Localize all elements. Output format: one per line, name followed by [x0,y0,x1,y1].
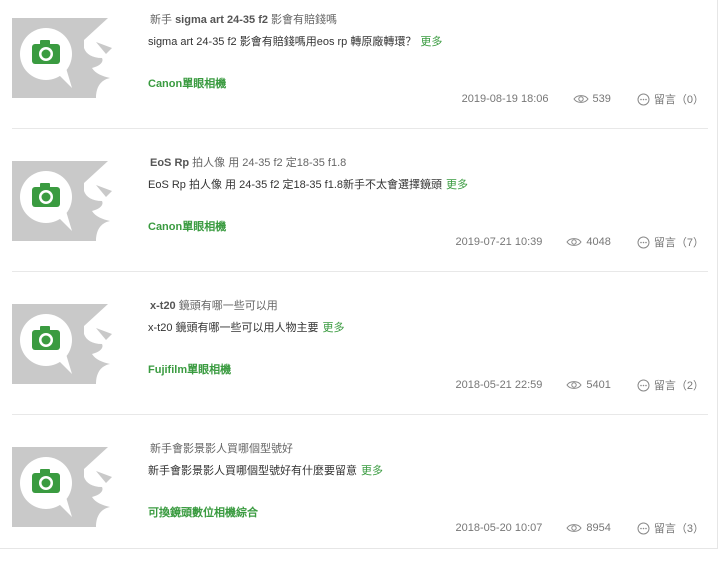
post-meta: 2018-05-21 22:59 5401 留言（2） [456,378,704,392]
eye-icon [566,381,582,389]
post-title[interactable]: 新手會影景影人買哪個型號好 [150,440,293,456]
more-link[interactable]: 更多 [420,36,442,48]
post-meta: 2018-05-20 10:07 8954 留言（3） [456,521,704,535]
eye-icon [566,524,582,532]
comments-link[interactable]: 留言（7） [637,234,704,250]
category-link[interactable]: Canon單眼相機 [148,75,226,91]
camera-speech-bubble-icon [12,161,135,241]
post-title[interactable]: EoS Rp 拍人像 用 24-35 f2 定18-35 f1.8 [150,154,346,170]
camera-speech-bubble-icon [12,447,135,527]
view-count-value: 8954 [586,522,611,534]
view-count-value: 4048 [586,236,611,248]
post-date: 2019-08-19 18:06 [461,93,549,105]
view-count: 5401 [566,379,611,391]
eye-icon [566,238,582,246]
comments-link[interactable]: 留言（0） [637,91,704,107]
post-thumbnail[interactable] [12,304,135,384]
post-divider [12,128,708,129]
comments-link[interactable]: 留言（2） [637,377,704,393]
post-thumbnail[interactable] [12,18,135,98]
post-thumbnail[interactable] [12,161,135,241]
more-link[interactable]: 更多 [446,179,468,191]
post-divider [12,271,708,272]
view-count: 8954 [566,522,611,534]
post-excerpt: 新手會影景影人買哪個型號好有什麼要留意 更多 [148,465,383,477]
post-title[interactable]: 新手 sigma art 24-35 f2 影會有賠錢嗎 [150,11,337,27]
more-link[interactable]: 更多 [323,322,345,334]
post-date: 2019-07-21 10:39 [455,236,543,248]
view-count-value: 5401 [586,379,611,391]
post-excerpt: x-t20 鏡頭有哪一些可以用人物主要 更多 [148,322,345,334]
camera-speech-bubble-icon [12,304,135,384]
post-meta: 2019-08-19 18:06 539 留言（0） [462,92,704,106]
eye-icon [572,95,589,103]
comment-bubble-icon [637,93,650,105]
post-excerpt: EoS Rp 拍人像 用 24-35 f2 定18-35 f1.8新手不太會選擇… [148,179,469,191]
post-title[interactable]: x-t20 鏡頭有哪一些可以用 [150,297,278,313]
post-item[interactable]: x-t20 鏡頭有哪一些可以用 x-t20 鏡頭有哪一些可以用人物主要 更多 Fu… [12,286,708,429]
post-thumbnail[interactable] [12,447,135,527]
post-item[interactable]: 新手 sigma art 24-35 f2 影會有賠錢嗎 sigma art 2… [12,0,708,143]
post-date: 2018-05-21 22:59 [455,379,543,391]
comments-label: 留言（3） [653,523,704,535]
more-link[interactable]: 更多 [361,465,383,477]
view-count-value: 539 [592,93,611,105]
comments-label: 留言（0） [653,94,704,106]
post-date: 2018-05-20 10:07 [455,522,543,534]
post-item[interactable]: EoS Rp 拍人像 用 24-35 f2 定18-35 f1.8 EoS Rp… [12,143,708,286]
view-count: 539 [572,93,611,105]
comment-bubble-icon [637,522,650,534]
post-excerpt: sigma art 24-35 f2 影會有賠錢嗎用eos rp 轉原廠轉環？更… [148,36,443,48]
category-link[interactable]: Fujifilm單眼相機 [148,361,231,377]
camera-speech-bubble-icon [12,18,135,98]
view-count: 4048 [566,236,611,248]
post-divider [12,414,708,415]
comments-label: 留言（2） [653,380,704,392]
comments-link[interactable]: 留言（3） [637,520,704,536]
comments-label: 留言（7） [653,237,704,249]
comment-bubble-icon [637,379,650,391]
post-item[interactable]: 新手會影景影人買哪個型號好 新手會影景影人買哪個型號好有什麼要留意 更多 可換鏡頭… [12,429,708,572]
post-meta: 2019-07-21 10:39 4048 留言（7） [456,235,704,249]
comment-bubble-icon [637,236,650,248]
category-link[interactable]: 可換鏡頭數位相機綜合 [148,504,258,520]
category-link[interactable]: Canon單眼相機 [148,218,226,234]
